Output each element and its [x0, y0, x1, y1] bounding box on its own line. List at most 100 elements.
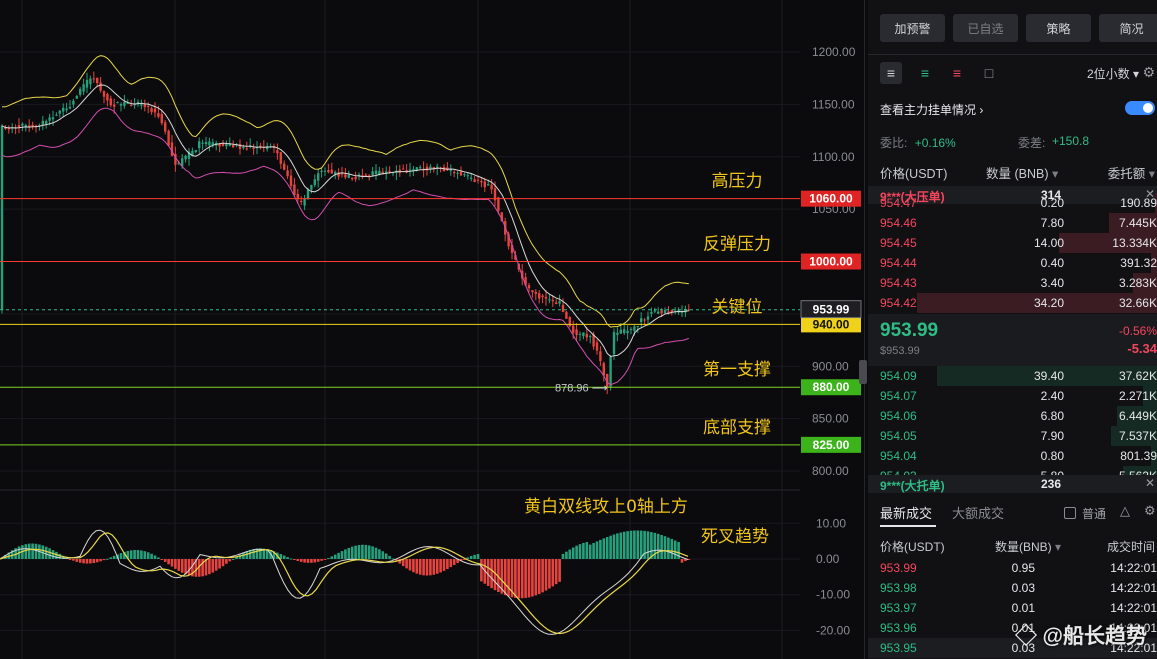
macd-bar — [517, 559, 521, 599]
trade-qty-header[interactable]: 数量(BNB) ▾ — [995, 538, 1061, 555]
candle-body — [408, 169, 412, 171]
macd-bar — [551, 559, 555, 587]
ask-row[interactable]: 954.44 0.40 391.32 — [868, 253, 1157, 273]
macd-bar — [486, 559, 490, 586]
qty-col-label: 数量 (BNB) — [986, 167, 1049, 181]
indicator-tick-label: -20.00 — [816, 623, 850, 637]
macd-bar — [490, 559, 493, 589]
close-icon[interactable]: ✕ — [1145, 476, 1155, 490]
candle-body — [555, 302, 558, 304]
price-chart[interactable]: 1200.001150.001100.001050.00900.00850.00… — [0, 0, 865, 659]
macd-bar — [289, 558, 293, 560]
bid-row[interactable]: 954.07 2.40 2.271K — [868, 386, 1157, 406]
candle-body — [344, 174, 347, 178]
macd-bar — [350, 546, 354, 559]
qty-col-header[interactable]: 数量 (BNB) ▾ — [986, 163, 1058, 182]
strategy-button[interactable]: 策略 — [1026, 14, 1091, 42]
macd-bar — [629, 530, 633, 559]
trade-qty: 0.03 — [1011, 581, 1035, 595]
macd-bar — [646, 531, 650, 559]
bid-row[interactable]: 954.09 39.40 37.62K — [868, 366, 1157, 386]
candle-body — [75, 96, 78, 99]
order-total: 32.66K — [1118, 296, 1157, 310]
macd-bar — [364, 544, 368, 559]
macd-bar — [146, 552, 150, 559]
macd-bar — [323, 559, 327, 560]
macd-bar — [408, 559, 412, 571]
candle-body — [45, 121, 48, 124]
trade-qty: 0.95 — [1011, 561, 1035, 575]
macd-bar — [27, 543, 31, 559]
ask-row[interactable]: 954.43 3.40 3.283K — [868, 273, 1157, 293]
bid-row[interactable]: 954.06 6.80 6.449K — [868, 406, 1157, 426]
gear-icon[interactable]: ⚙ — [1144, 503, 1156, 519]
macd-bar — [361, 544, 364, 559]
candle-body — [602, 363, 605, 376]
ask-row[interactable]: 954.45 14.00 13.334K — [868, 233, 1157, 253]
watchlist-button[interactable]: 已自选 — [953, 14, 1018, 42]
candle-body — [283, 163, 286, 170]
macd-bar — [180, 559, 184, 573]
tab-latest-trades[interactable]: 最新成交 — [880, 503, 932, 522]
candle-body — [89, 78, 92, 85]
macd-bar — [507, 559, 510, 597]
candle-body — [109, 98, 112, 106]
macd-bar — [663, 536, 667, 559]
candle-body — [48, 117, 51, 121]
macd-bar — [299, 559, 303, 562]
tab-big-trades[interactable]: 大额成交 — [952, 503, 1004, 522]
order-price: 954.43 — [880, 276, 917, 290]
macd-bar — [296, 559, 300, 562]
depth-toggle[interactable] — [1125, 101, 1155, 115]
price-tick-label: 1100.00 — [812, 150, 855, 164]
macd-bar — [51, 550, 55, 559]
candle-body — [153, 108, 157, 113]
ask-row[interactable]: 954.47 0.20 190.89 — [868, 193, 1157, 213]
candle-body — [544, 296, 548, 299]
macd-bar — [228, 559, 232, 562]
macd-bar — [255, 548, 259, 559]
price-tick-label: 900.00 — [812, 359, 849, 373]
gear-icon[interactable]: ⚙ — [1142, 64, 1155, 81]
panel-resize-handle[interactable] — [859, 360, 867, 384]
candle-body — [113, 104, 116, 107]
filter-icon[interactable]: △ — [1120, 503, 1130, 519]
order-total: 37.62K — [1118, 369, 1157, 383]
order-total: 7.537K — [1118, 429, 1157, 443]
decimal-value: 2位小数 — [1086, 67, 1130, 81]
ask-row[interactable]: 954.46 7.80 7.445K — [868, 213, 1157, 233]
candle-body — [575, 329, 578, 335]
bids-view-icon[interactable]: ≡ — [914, 62, 936, 84]
ask-row[interactable]: 954.42 34.20 32.66K — [868, 293, 1157, 313]
bid-row[interactable]: 954.04 0.80 801.39 — [868, 446, 1157, 466]
order-total: 7.445K — [1118, 216, 1157, 230]
both-sides-view-icon[interactable]: ≡ — [880, 62, 902, 84]
decimal-select[interactable]: 2位小数 ▾ — [1087, 65, 1139, 82]
bid-row[interactable]: 954.05 7.90 7.537K — [868, 426, 1157, 446]
macd-bar — [476, 554, 480, 559]
macd-bar — [333, 554, 337, 559]
overview-button[interactable]: 简况 — [1099, 14, 1157, 42]
order-price: 954.05 — [880, 429, 917, 443]
macd-bar — [514, 559, 517, 598]
watermark: @船长趋势 — [1013, 620, 1147, 650]
ratio-label: 委比: — [880, 136, 908, 150]
depth-view-icon[interactable]: □ — [978, 62, 1000, 84]
macd-bar — [568, 549, 572, 559]
candle-body — [82, 84, 85, 92]
total-col-header[interactable]: 委托额 ▾ — [1108, 163, 1155, 182]
normal-label: 普通 — [1082, 507, 1107, 521]
macd-bar — [119, 553, 123, 559]
change-abs: -5.34 — [1127, 341, 1157, 356]
macd-bar — [439, 559, 442, 573]
asks-view-icon[interactable]: ≡ — [946, 62, 968, 84]
macd-bar — [605, 536, 609, 559]
macd-bar — [221, 559, 225, 567]
add-alert-button[interactable]: 加预警 — [880, 14, 945, 42]
price-tick-label: 800.00 — [812, 464, 849, 478]
depth-link[interactable]: 查看主力挂单情况 — [880, 103, 976, 117]
candle-body — [157, 113, 160, 117]
candle-body — [354, 177, 357, 180]
normal-checkbox[interactable] — [1064, 507, 1076, 519]
level-tag-text-3: 880.00 — [813, 380, 850, 394]
